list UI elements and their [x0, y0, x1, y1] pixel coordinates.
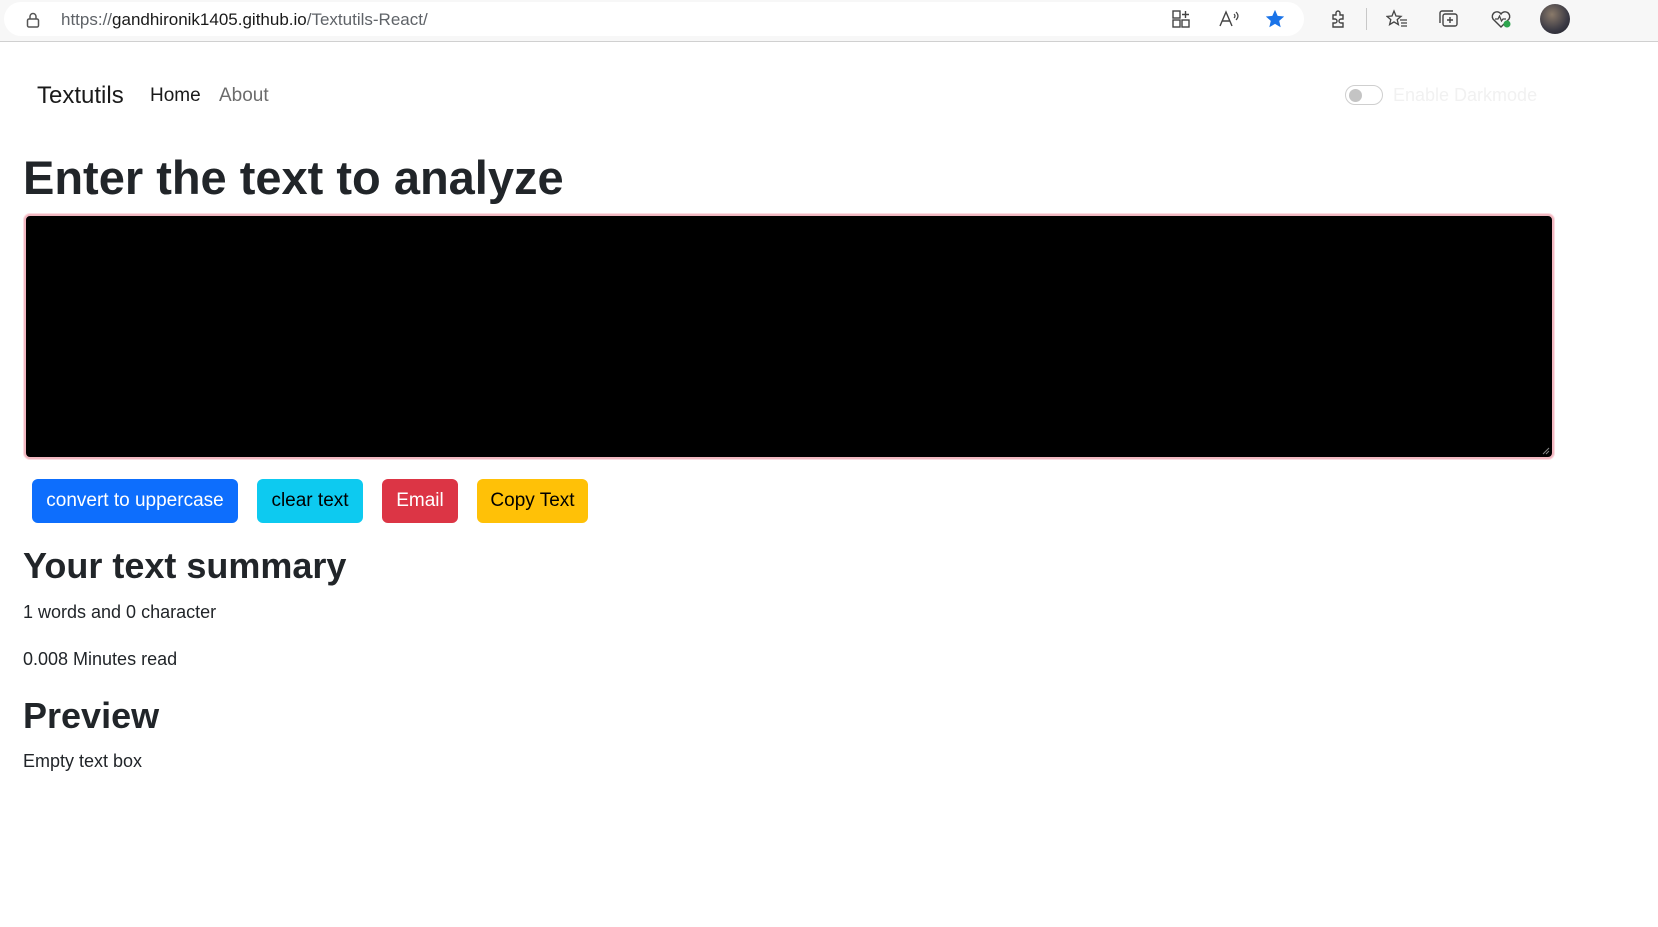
copy-text-button[interactable]: Copy Text	[477, 479, 588, 523]
toggle-knob	[1349, 89, 1362, 102]
word-count-text: 1 words and 0 character	[23, 602, 217, 622]
darkmode-label[interactable]: Enable Darkmode	[1393, 85, 1537, 106]
nav-link-about[interactable]: About	[219, 85, 269, 107]
read-aloud-icon[interactable]	[1218, 8, 1240, 30]
navbar-brand[interactable]: Textutils	[37, 82, 124, 110]
preview-text: Empty text box	[23, 751, 143, 771]
profile-avatar[interactable]	[1540, 4, 1570, 34]
favorite-star-icon[interactable]	[1264, 8, 1286, 30]
read-time-text: 0.008 Minutes read	[23, 649, 178, 669]
convert-uppercase-button[interactable]: convert to uppercase	[32, 479, 238, 523]
nav-link-home[interactable]: Home	[150, 85, 201, 107]
url-text[interactable]: https://gandhironik1405.github.io/Textut…	[61, 10, 428, 30]
url-path: /Textutils-React/	[306, 10, 428, 29]
url-host: gandhironik1405.github.io	[112, 10, 307, 29]
lock-icon[interactable]	[24, 11, 42, 29]
toolbar-separator	[1366, 8, 1367, 30]
clear-text-button[interactable]: clear text	[257, 479, 363, 523]
summary-title: Your text summary	[23, 545, 347, 586]
url-prefix: https://	[61, 10, 113, 29]
browser-toolbar: https://gandhironik1405.github.io/Textut…	[0, 0, 1658, 42]
text-input-area[interactable]	[24, 214, 1554, 459]
performance-icon[interactable]	[1490, 8, 1512, 30]
resize-handle-icon[interactable]	[1540, 445, 1550, 455]
favorites-icon[interactable]	[1386, 8, 1408, 30]
preview-title: Preview	[23, 695, 160, 736]
email-button[interactable]: Email	[382, 479, 458, 523]
darkmode-toggle[interactable]	[1345, 85, 1383, 105]
collections-icon[interactable]	[1438, 8, 1460, 30]
address-bar[interactable]: https://gandhironik1405.github.io/Textut…	[4, 2, 1304, 36]
navbar: Textutils Home About Enable Darkmode	[0, 42, 1658, 142]
app-grid-icon[interactable]	[1170, 8, 1192, 30]
page-heading: Enter the text to analyze	[23, 151, 564, 204]
extensions-icon[interactable]	[1327, 8, 1349, 30]
